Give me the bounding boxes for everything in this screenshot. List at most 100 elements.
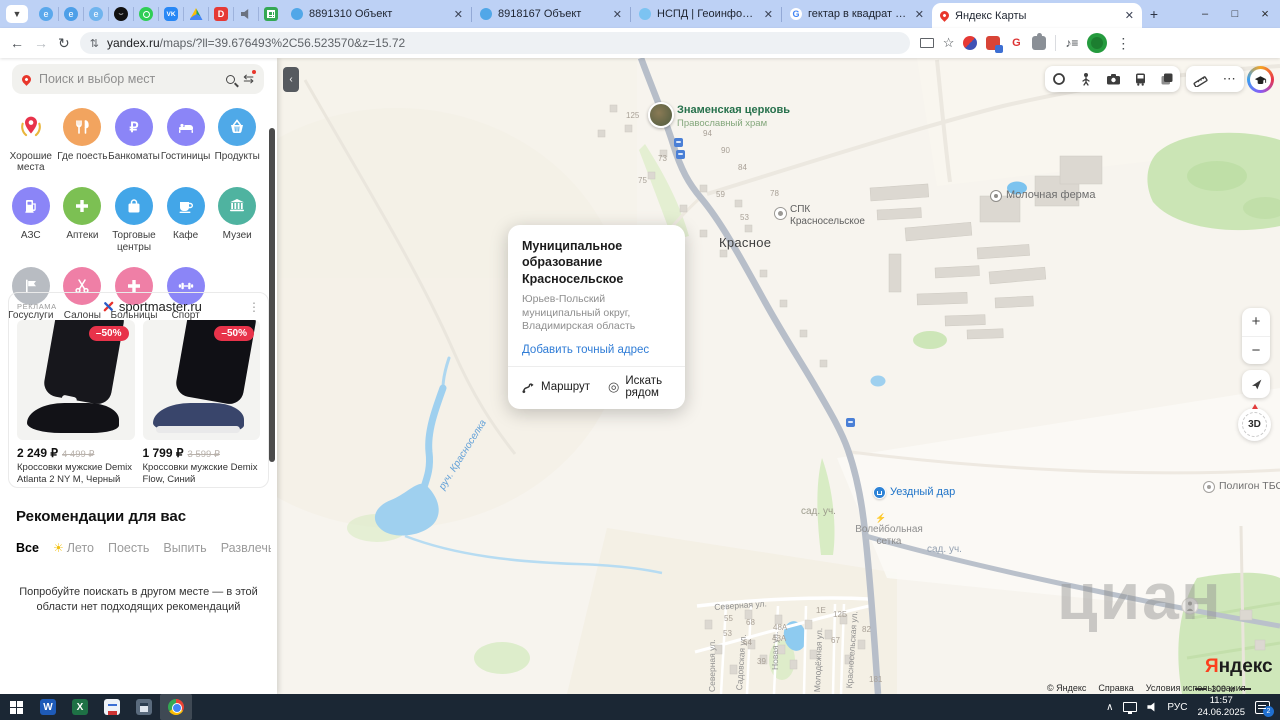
poi-farm[interactable]: Молочная ферма [1006, 189, 1095, 201]
tab-yandex-maps-active[interactable]: Яндекс Карты ✕ [932, 3, 1142, 28]
extension-icon-2[interactable] [986, 36, 1004, 53]
bus-stop-icon[interactable] [674, 138, 683, 147]
filter-all[interactable]: Все [16, 541, 39, 555]
profile-avatar[interactable] [1087, 33, 1108, 53]
filter-summer[interactable]: ☀ Лето [53, 541, 94, 555]
cast-screen-icon[interactable] [919, 38, 934, 50]
media-controls-icon[interactable]: ♪≡ [1065, 36, 1078, 50]
site-settings-icon[interactable]: ⇅ [90, 37, 99, 50]
back-button[interactable]: ← [10, 35, 24, 51]
poi-spk[interactable]: СПК Красносельское [790, 204, 865, 227]
category-atm[interactable]: ₽ Банкоматы [108, 108, 160, 173]
browser-menu-icon[interactable]: ⋮ [1116, 35, 1130, 52]
tab-list-chevron-icon[interactable]: ▼ [6, 5, 28, 23]
add-address-link[interactable]: Добавить точный адрес [522, 344, 671, 356]
volume-icon[interactable] [1147, 702, 1155, 712]
category-malls[interactable]: Торговые центры [108, 187, 160, 253]
filter-eat[interactable]: Поесть [108, 541, 149, 555]
poligon-poi-icon[interactable] [1203, 481, 1215, 493]
tab-audio-icon[interactable] [234, 0, 258, 28]
poi-church-title[interactable]: Знаменская церковь [677, 104, 790, 116]
language-indicator[interactable]: РУС [1167, 702, 1187, 713]
tab-close-icon[interactable]: ✕ [764, 8, 773, 21]
photos-icon[interactable] [1106, 72, 1121, 86]
route-button[interactable]: Маршрут [522, 381, 590, 394]
traffic-icon[interactable] [1052, 72, 1066, 86]
start-button[interactable] [0, 694, 32, 720]
ad-menu-icon[interactable]: ⋮ [248, 300, 260, 314]
church-photo-icon[interactable] [648, 102, 674, 128]
tab-close-icon[interactable]: ✕ [613, 8, 622, 21]
bus-stop-icon[interactable] [676, 150, 685, 159]
map-canvas[interactable]: Знаменская церковь Православный храм СПК… [277, 58, 1280, 694]
maximize-button[interactable]: □ [1220, 0, 1250, 28]
taskbar-word-icon[interactable]: W [32, 694, 64, 720]
forward-button[interactable]: → [34, 35, 48, 51]
ad-product-2[interactable]: –50% 1 799 ₽3 599 ₽ Кроссовки мужские De… [142, 320, 260, 486]
pinned-tab-google-drive[interactable] [184, 0, 208, 28]
ruler-icon[interactable] [1193, 72, 1208, 87]
category-museums[interactable]: Музеи [211, 187, 263, 252]
pinned-tab-browser-2[interactable]: e [59, 0, 83, 28]
tab-google-search[interactable]: G гектар в квадрат метр - Поиск ✕ [782, 0, 932, 28]
address-bar[interactable]: ⇅ yandex.ru/maps/?ll=39.676493%2C56.5235… [79, 32, 910, 54]
pinned-tab-whatsapp[interactable] [134, 0, 158, 28]
tab-object-2[interactable]: 8918167 Объект ✕ [472, 0, 630, 28]
pinned-tab-sheets[interactable] [259, 0, 283, 28]
network-icon[interactable] [1123, 702, 1138, 714]
new-tab-button[interactable]: + [1142, 6, 1166, 22]
panoramas-icon[interactable] [1079, 72, 1093, 86]
uezdny-poi-icon[interactable] [873, 486, 886, 499]
extensions-puzzle-icon[interactable] [1032, 33, 1047, 50]
taskbar-app-icon[interactable] [96, 694, 128, 720]
sidebar-scrollbar[interactable] [269, 128, 275, 462]
tab-close-icon[interactable]: ✕ [454, 8, 463, 21]
ad-site-link[interactable]: sportmaster.ru [57, 299, 248, 314]
category-gas[interactable]: АЗС [5, 187, 57, 252]
routes-icon[interactable]: ⇆ [243, 70, 256, 87]
zoom-in-button[interactable]: + [1242, 308, 1270, 337]
minimize-button[interactable]: – [1190, 0, 1220, 28]
more-tools-icon[interactable]: ⋯ [1223, 71, 1237, 87]
search-nearby-button[interactable]: ◎ Искать рядом [608, 375, 671, 399]
pinned-tab-red-d[interactable]: D [209, 0, 233, 28]
clock[interactable]: 11:57 24.06.2025 [1197, 695, 1245, 719]
zoom-out-button[interactable]: − [1242, 337, 1270, 365]
tab-close-icon[interactable]: ✕ [915, 8, 924, 21]
pinned-tab-browser-1[interactable]: e [34, 0, 58, 28]
extension-icon-3[interactable]: G [1009, 36, 1024, 50]
search-input[interactable]: Поиск и выбор мест ⇆ [12, 64, 264, 94]
ad-product-1[interactable]: –50% 2 249 ₽ 4 499 ₽ Кроссовки мужские De… [17, 320, 135, 486]
transport-icon[interactable] [1134, 72, 1147, 86]
tab-object-1[interactable]: 8891310 Объект ✕ [283, 0, 471, 28]
category-grocery[interactable]: Продукты [211, 108, 263, 173]
spk-poi-icon[interactable] [774, 207, 787, 220]
taskbar-excel-icon[interactable]: X [64, 694, 96, 720]
bookmark-star-icon[interactable]: ☆ [943, 35, 955, 51]
taskbar-chrome-icon[interactable] [160, 694, 192, 720]
taskbar-calculator-icon[interactable] [128, 694, 160, 720]
layers-icon[interactable] [1160, 72, 1174, 86]
category-good-places[interactable]: Хорошие места [5, 108, 57, 173]
poi-uezdny-dar[interactable]: Уездный дар [890, 486, 955, 498]
my-location-button[interactable] [1242, 370, 1270, 398]
ad-card[interactable]: РЕКЛАМА sportmaster.ru ⋮ –50% 2 249 ₽ 4 4… [8, 292, 269, 488]
help-link[interactable]: Справка [1098, 683, 1133, 693]
reload-button[interactable]: ↻ [58, 35, 70, 52]
tray-expand-icon[interactable]: ∧ [1106, 702, 1113, 713]
pinned-tab-vk[interactable]: VK [159, 0, 183, 28]
notifications-icon[interactable]: 2 [1255, 700, 1274, 717]
bus-stop-icon[interactable] [846, 418, 855, 427]
tab-nspd[interactable]: НСПД | Геоинформационный ✕ [631, 0, 781, 28]
category-food[interactable]: Где поесть [57, 108, 109, 173]
category-pharmacy[interactable]: Аптеки [57, 187, 109, 252]
sidebar-collapse-button[interactable]: ‹ [283, 67, 299, 92]
user-profile-button[interactable] [1247, 66, 1274, 93]
filter-drink[interactable]: Выпить [163, 541, 206, 555]
search-icon[interactable] [226, 74, 236, 84]
tab-close-icon[interactable]: ✕ [1125, 9, 1134, 22]
filter-fun[interactable]: Развлечься [221, 541, 271, 555]
close-button[interactable]: × [1250, 0, 1280, 28]
category-cafe[interactable]: Кафе [160, 187, 212, 252]
pinned-tab-browser-3[interactable]: e [84, 0, 108, 28]
